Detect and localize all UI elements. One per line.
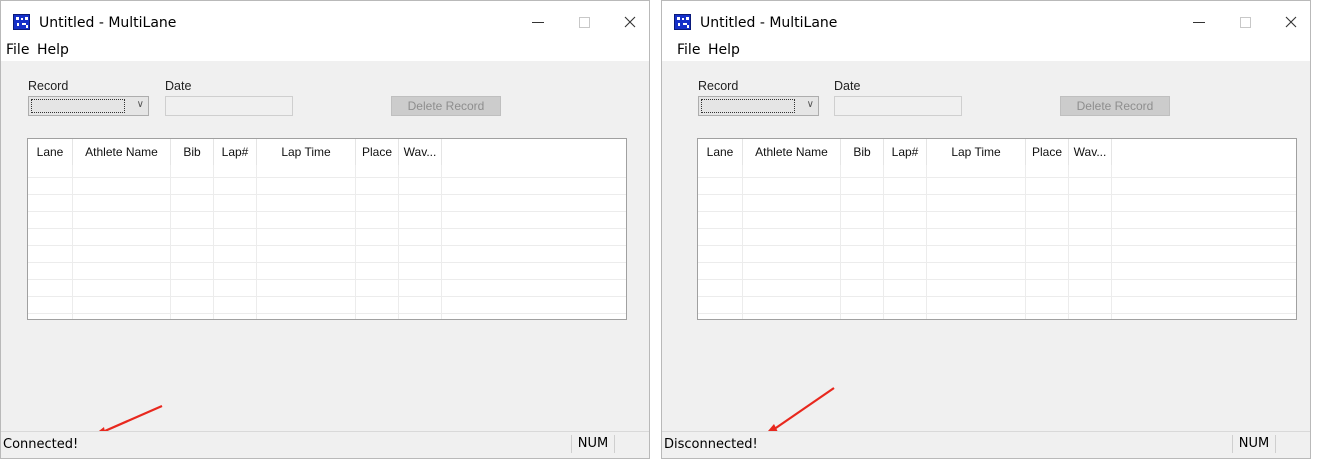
maximize-icon[interactable] — [569, 11, 599, 33]
chevron-down-icon: ∨ — [136, 99, 144, 110]
col-place[interactable]: Place — [356, 139, 399, 165]
col-lane[interactable]: Lane — [28, 139, 73, 165]
lap-list[interactable]: Lane Athlete Name Bib Lap# Lap Time Plac… — [27, 138, 627, 320]
col-lap-time[interactable]: Lap Time — [257, 139, 356, 165]
multilane-app-icon — [674, 14, 691, 30]
delete-record-button[interactable]: Delete Record — [391, 96, 501, 116]
close-icon[interactable] — [615, 11, 645, 33]
col-wave[interactable]: Wav... — [1069, 139, 1112, 165]
col-lap-number[interactable]: Lap# — [214, 139, 257, 165]
date-label: Date — [834, 79, 861, 93]
chevron-down-icon: ∨ — [806, 99, 814, 110]
col-lap-number[interactable]: Lap# — [884, 139, 927, 165]
col-bib[interactable]: Bib — [841, 139, 884, 165]
delete-record-button[interactable]: Delete Record — [1060, 96, 1170, 116]
multilane-window-disconnected: Untitled - MultiLane File Help Record Da… — [661, 0, 1311, 459]
col-lane[interactable]: Lane — [698, 139, 743, 165]
maximize-icon[interactable] — [1230, 11, 1260, 33]
menu-help[interactable]: Help — [37, 42, 69, 58]
record-label: Record — [698, 79, 739, 93]
num-lock-indicator: NUM — [571, 435, 615, 453]
menu-file[interactable]: File — [677, 42, 700, 58]
date-field[interactable] — [165, 96, 293, 116]
date-label: Date — [165, 79, 192, 93]
multilane-window-connected: Untitled - MultiLane File Help Record Da… — [0, 0, 650, 459]
status-bar: Connected! NUM — [1, 431, 649, 458]
menu-bar: File Help — [662, 39, 1310, 61]
multilane-app-icon — [13, 14, 30, 30]
col-wave[interactable]: Wav... — [399, 139, 442, 165]
num-lock-indicator: NUM — [1232, 435, 1276, 453]
date-field[interactable] — [834, 96, 962, 116]
connection-status: Disconnected! — [664, 437, 758, 452]
menu-file[interactable]: File — [6, 42, 29, 58]
col-athlete-name[interactable]: Athlete Name — [73, 139, 171, 165]
col-athlete-name[interactable]: Athlete Name — [743, 139, 841, 165]
col-lap-time[interactable]: Lap Time — [927, 139, 1026, 165]
lap-list[interactable]: Lane Athlete Name Bib Lap# Lap Time Plac… — [697, 138, 1297, 320]
record-label: Record — [28, 79, 69, 93]
minimize-icon[interactable] — [1184, 11, 1214, 33]
status-bar: Disconnected! NUM — [662, 431, 1310, 458]
menu-bar: File Help — [1, 39, 649, 61]
window-title: Untitled - MultiLane — [700, 15, 838, 31]
window-title: Untitled - MultiLane — [39, 15, 177, 31]
record-dropdown[interactable]: ∨ — [698, 96, 819, 116]
client-area: Record Date ∨ Delete Record Lane Athlete… — [662, 61, 1310, 438]
close-icon[interactable] — [1276, 11, 1306, 33]
client-area: Record Date ∨ Delete Record Lane Athlete… — [1, 61, 649, 438]
menu-help[interactable]: Help — [708, 42, 740, 58]
col-place[interactable]: Place — [1026, 139, 1069, 165]
col-bib[interactable]: Bib — [171, 139, 214, 165]
connection-status: Connected! — [3, 437, 79, 452]
minimize-icon[interactable] — [523, 11, 553, 33]
record-dropdown[interactable]: ∨ — [28, 96, 149, 116]
